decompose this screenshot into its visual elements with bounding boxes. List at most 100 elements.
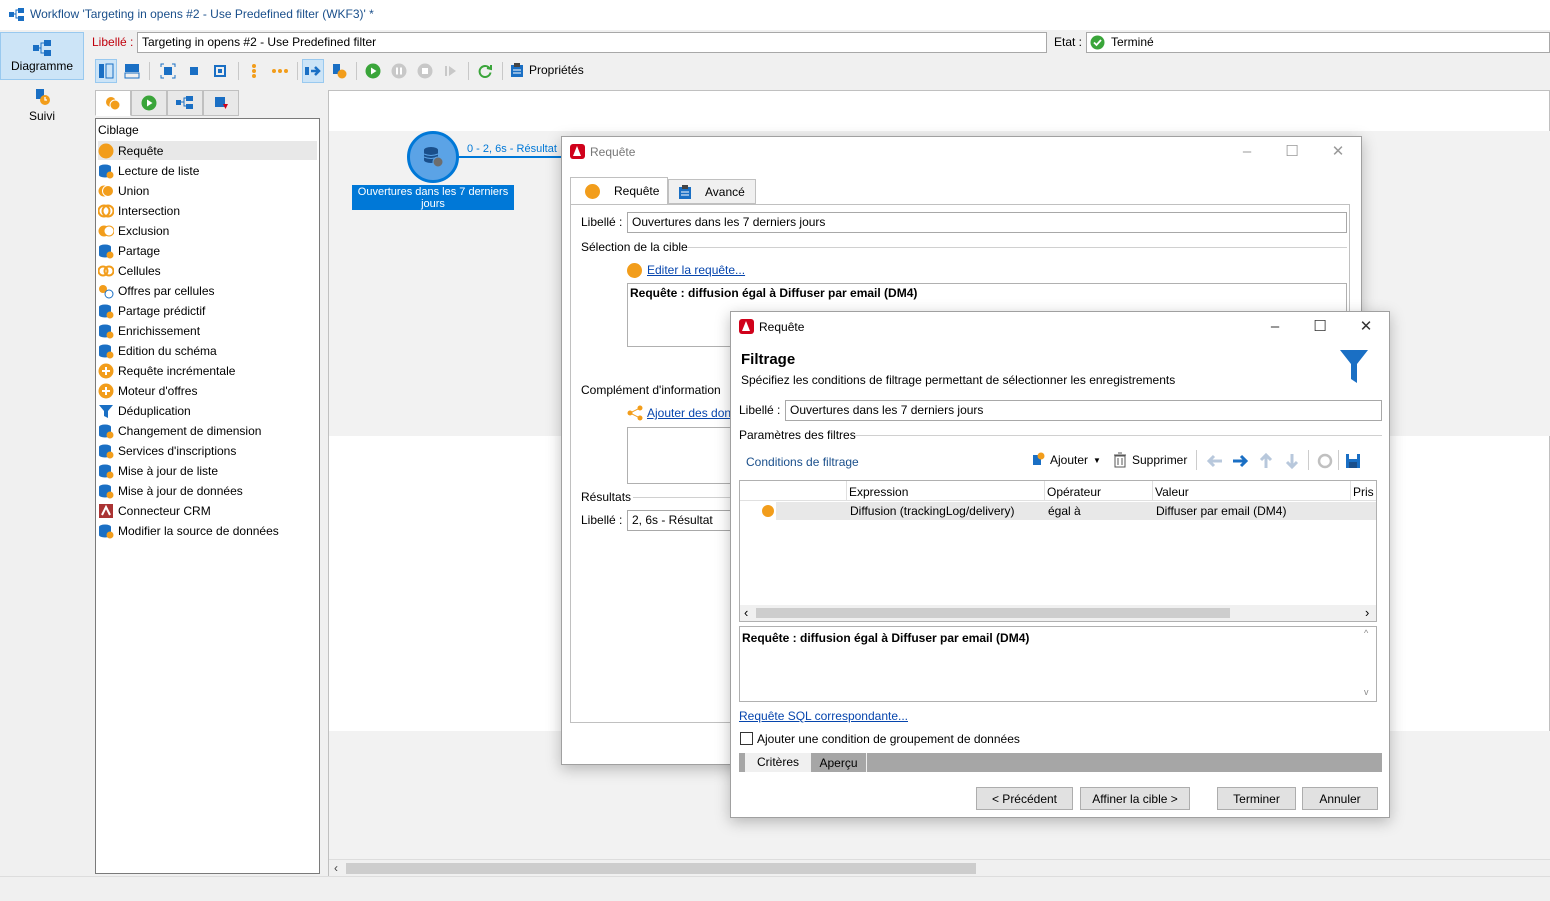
- step-button[interactable]: [440, 59, 462, 83]
- previous-button[interactable]: < Précédent: [976, 787, 1073, 810]
- palette-item-label: Services d'inscriptions: [118, 443, 237, 458]
- start-button[interactable]: [362, 59, 384, 83]
- filter-libelle-field[interactable]: Ouvertures dans les 7 derniers jours: [785, 400, 1382, 421]
- arrow-left-icon[interactable]: [1206, 453, 1224, 469]
- palette-item[interactable]: Modifier la source de données: [98, 521, 317, 540]
- maximize-icon[interactable]: ☐: [1310, 318, 1330, 336]
- transition-label[interactable]: 0 - 2, 6s - Résultat: [467, 143, 557, 155]
- layout-horizontal-button[interactable]: [121, 59, 143, 83]
- palette-item[interactable]: Intersection: [98, 201, 317, 220]
- scroll-right-icon[interactable]: ›: [1365, 605, 1369, 620]
- canvas-hscrollbar[interactable]: ‹: [329, 859, 1550, 876]
- vertical-align-button[interactable]: [243, 59, 265, 83]
- close-icon[interactable]: ✕: [1328, 143, 1348, 161]
- scroll-down-icon[interactable]: v: [1364, 687, 1369, 697]
- palette-item[interactable]: Déduplication: [98, 401, 317, 420]
- nav-tracking[interactable]: Suivi: [0, 84, 84, 132]
- grid-hscrollbar[interactable]: ‹ ›: [740, 605, 1376, 621]
- palette-item[interactable]: Exclusion: [98, 221, 317, 240]
- layout-vertical-button[interactable]: [95, 59, 117, 83]
- canvas-scroll-thumb[interactable]: [346, 863, 976, 874]
- nav-diagram[interactable]: Diagramme: [0, 32, 84, 80]
- palette-item-label: Intersection: [118, 203, 181, 218]
- sql-query-link[interactable]: Requête SQL correspondante...: [739, 709, 908, 723]
- cancel-button[interactable]: Annuler: [1302, 787, 1378, 810]
- palette-item[interactable]: Mise à jour de données: [98, 481, 317, 500]
- properties-button[interactable]: Propriétés: [510, 62, 584, 78]
- pause-button[interactable]: [388, 59, 410, 83]
- palette-item[interactable]: Lecture de liste: [98, 161, 317, 180]
- palette-item[interactable]: Edition du schéma: [98, 341, 317, 360]
- palette-item[interactable]: Requête: [98, 141, 317, 160]
- minimize-icon[interactable]: –: [1237, 143, 1257, 161]
- grid-scroll-thumb[interactable]: [756, 608, 1230, 618]
- palette-item[interactable]: Requête incrémentale: [98, 361, 317, 380]
- query-icon: [98, 143, 114, 158]
- arrow-up-icon[interactable]: [1258, 452, 1274, 470]
- column-taken[interactable]: Pris: [1353, 485, 1374, 499]
- arrow-right-icon[interactable]: [1231, 453, 1249, 469]
- tab-flow-control[interactable]: [131, 90, 167, 116]
- tab-advanced[interactable]: Avancé: [668, 179, 756, 204]
- palette-item[interactable]: Offres par cellules: [98, 281, 317, 300]
- bottom-tab-bar: Critères Aperçu: [739, 753, 1382, 772]
- edit-query-link[interactable]: Editer la requête...: [647, 263, 745, 277]
- palette-item[interactable]: Moteur d'offres: [98, 381, 317, 400]
- close-icon[interactable]: ✕: [1356, 318, 1376, 336]
- horizontal-align-button[interactable]: [269, 59, 291, 83]
- result-libelle-field[interactable]: 2, 6s - Résultat: [627, 510, 737, 531]
- arrow-down-icon[interactable]: [1284, 452, 1300, 470]
- refine-target-button[interactable]: Affiner la cible >: [1080, 787, 1190, 810]
- table-row[interactable]: Diffusion (trackingLog/delivery) égal à …: [776, 502, 1376, 520]
- workflow-label-field[interactable]: Targeting in opens #2 - Use Predefined f…: [137, 32, 1047, 53]
- palette-item[interactable]: Partage prédictif: [98, 301, 317, 320]
- tab-targeting[interactable]: [95, 90, 131, 116]
- actions-icon: [176, 96, 193, 109]
- scroll-left-icon[interactable]: ‹: [334, 861, 338, 875]
- add-condition-button[interactable]: Ajouter ▼: [1031, 452, 1101, 468]
- palette-item[interactable]: Connecteur CRM: [98, 501, 317, 520]
- tab-preview[interactable]: Aperçu: [811, 753, 867, 772]
- target-section-title: Sélection de la cible: [581, 240, 688, 254]
- scroll-up-icon[interactable]: ^: [1364, 628, 1368, 638]
- finish-button[interactable]: Terminer: [1217, 787, 1296, 810]
- palette-item-label: Moteur d'offres: [118, 383, 198, 398]
- query-libelle-field[interactable]: Ouvertures dans les 7 derniers jours: [627, 212, 1347, 233]
- tab-actions[interactable]: [167, 90, 203, 116]
- zoom-full-button[interactable]: [209, 59, 231, 83]
- palette-item[interactable]: Union: [98, 181, 317, 200]
- palette-item[interactable]: Changement de dimension: [98, 421, 317, 440]
- query-activity-node[interactable]: [407, 131, 459, 183]
- palette-item[interactable]: Cellules: [98, 261, 317, 280]
- activity-toggle-button[interactable]: [328, 59, 350, 83]
- palette-item[interactable]: Services d'inscriptions: [98, 441, 317, 460]
- column-expression[interactable]: Expression: [849, 485, 908, 499]
- layout-vertical-icon: [99, 63, 114, 79]
- query-tab-icon: [585, 183, 600, 199]
- connect-mode-button[interactable]: [302, 59, 324, 83]
- delete-condition-button[interactable]: Supprimer: [1113, 452, 1187, 468]
- tab-criteria[interactable]: Critères: [745, 753, 811, 772]
- zoom-full-icon: [214, 65, 226, 77]
- actual-size-button[interactable]: [183, 59, 205, 83]
- zoom-fit-button[interactable]: [157, 59, 179, 83]
- scroll-left-icon[interactable]: ‹: [744, 605, 748, 620]
- column-value[interactable]: Valeur: [1155, 485, 1189, 499]
- minimize-icon[interactable]: –: [1265, 318, 1285, 336]
- palette-item[interactable]: Mise à jour de liste: [98, 461, 317, 480]
- tab-events[interactable]: [203, 90, 239, 116]
- actual-size-icon: [190, 67, 198, 75]
- palette-item[interactable]: Enrichissement: [98, 321, 317, 340]
- refresh-button[interactable]: [474, 59, 496, 83]
- tab-query[interactable]: Requête: [570, 177, 668, 204]
- stop-button[interactable]: [414, 59, 436, 83]
- palette-item[interactable]: Partage: [98, 241, 317, 260]
- reload-icon[interactable]: [1317, 453, 1333, 469]
- column-operator[interactable]: Opérateur: [1047, 485, 1101, 499]
- maximize-icon[interactable]: ☐: [1282, 143, 1302, 161]
- filter-dialog-titlebar: Requête – ☐ ✕: [731, 312, 1389, 342]
- add-data-link[interactable]: Ajouter des don: [647, 406, 731, 420]
- group-condition-checkbox[interactable]: [740, 732, 753, 745]
- save-icon[interactable]: [1345, 453, 1361, 469]
- activity-node-label[interactable]: Ouvertures dans les 7 derniers jours: [352, 185, 514, 210]
